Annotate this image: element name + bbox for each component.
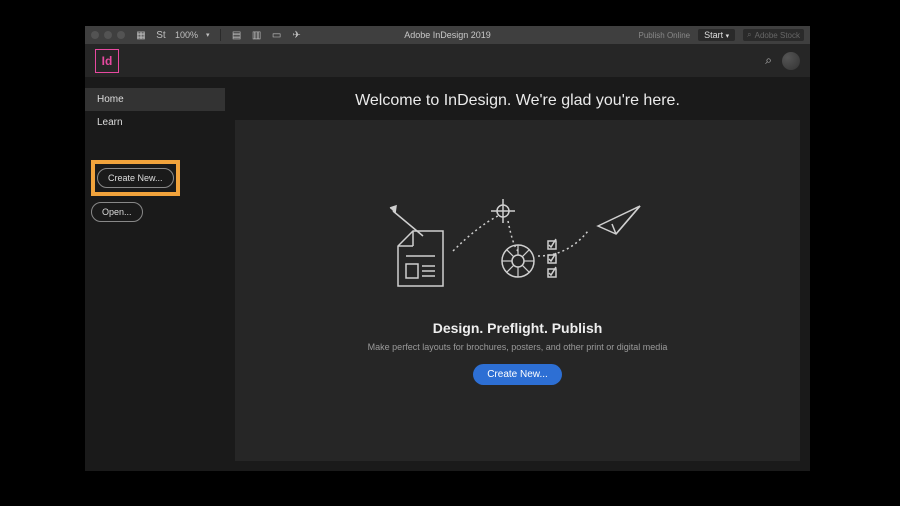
indesign-logo-icon: Id <box>95 49 119 73</box>
app-window: ▦ St 100% ▾ ▤ ▥ ▭ ✈ Adobe InDesign 2019 … <box>85 26 810 471</box>
minimize-icon[interactable] <box>104 31 112 39</box>
hero-illustration-icon <box>368 196 668 306</box>
sidebar-buttons: Create New... Open... <box>85 160 225 232</box>
hero-create-new-button[interactable]: Create New... <box>473 364 562 385</box>
close-icon[interactable] <box>91 31 99 39</box>
main-area: Home Learn Create New... Open... Welcome… <box>85 78 810 471</box>
hero-subtitle: Make perfect layouts for brochures, post… <box>368 342 668 352</box>
arrange-icon[interactable]: ▥ <box>251 29 263 41</box>
stock-placeholder: Adobe Stock <box>755 31 800 40</box>
publish-online-button[interactable]: Publish Online <box>639 31 691 40</box>
adobe-stock-search[interactable]: ⌕ Adobe Stock <box>743 29 804 41</box>
view-options-icon[interactable]: ▤ <box>231 29 243 41</box>
gpu-icon[interactable]: ✈ <box>291 29 303 41</box>
sidebar-item-learn[interactable]: Learn <box>85 111 225 134</box>
sidebar-item-home[interactable]: Home <box>85 88 225 111</box>
sidebar: Home Learn Create New... Open... <box>85 78 225 471</box>
search-icon: ⌕ <box>747 30 751 40</box>
logo-bar-right: ⌕ <box>765 52 800 70</box>
chevron-down-icon[interactable]: ▾ <box>206 31 210 39</box>
workspace-switcher[interactable]: Start ▾ <box>698 29 735 41</box>
chevron-down-icon: ▾ <box>726 33 730 40</box>
maximize-icon[interactable] <box>117 31 125 39</box>
search-icon[interactable]: ⌕ <box>765 53 772 68</box>
hero-title: Design. Preflight. Publish <box>433 320 603 336</box>
stock-icon[interactable]: St <box>155 29 167 41</box>
screen-mode-icon[interactable]: ▭ <box>271 29 283 41</box>
divider <box>220 29 221 41</box>
logo-bar: Id ⌕ <box>85 44 810 78</box>
tutorial-highlight: Create New... <box>91 160 180 196</box>
bridge-icon[interactable]: ▦ <box>135 29 147 41</box>
toolbar-left: ▦ St 100% ▾ ▤ ▥ ▭ ✈ <box>135 29 303 41</box>
zoom-level[interactable]: 100% <box>175 30 198 40</box>
content-panel: Welcome to InDesign. We're glad you're h… <box>225 78 810 471</box>
workspace-label: Start <box>704 30 723 40</box>
user-avatar[interactable] <box>782 52 800 70</box>
open-button[interactable]: Open... <box>91 202 143 222</box>
toolbar-right: Publish Online Start ▾ ⌕ Adobe Stock <box>639 29 805 41</box>
welcome-heading: Welcome to InDesign. We're glad you're h… <box>225 78 810 120</box>
title-bar: ▦ St 100% ▾ ▤ ▥ ▭ ✈ Adobe InDesign 2019 … <box>85 26 810 44</box>
create-new-button[interactable]: Create New... <box>97 168 174 188</box>
window-controls <box>91 31 125 39</box>
hero-panel: Design. Preflight. Publish Make perfect … <box>235 120 800 461</box>
